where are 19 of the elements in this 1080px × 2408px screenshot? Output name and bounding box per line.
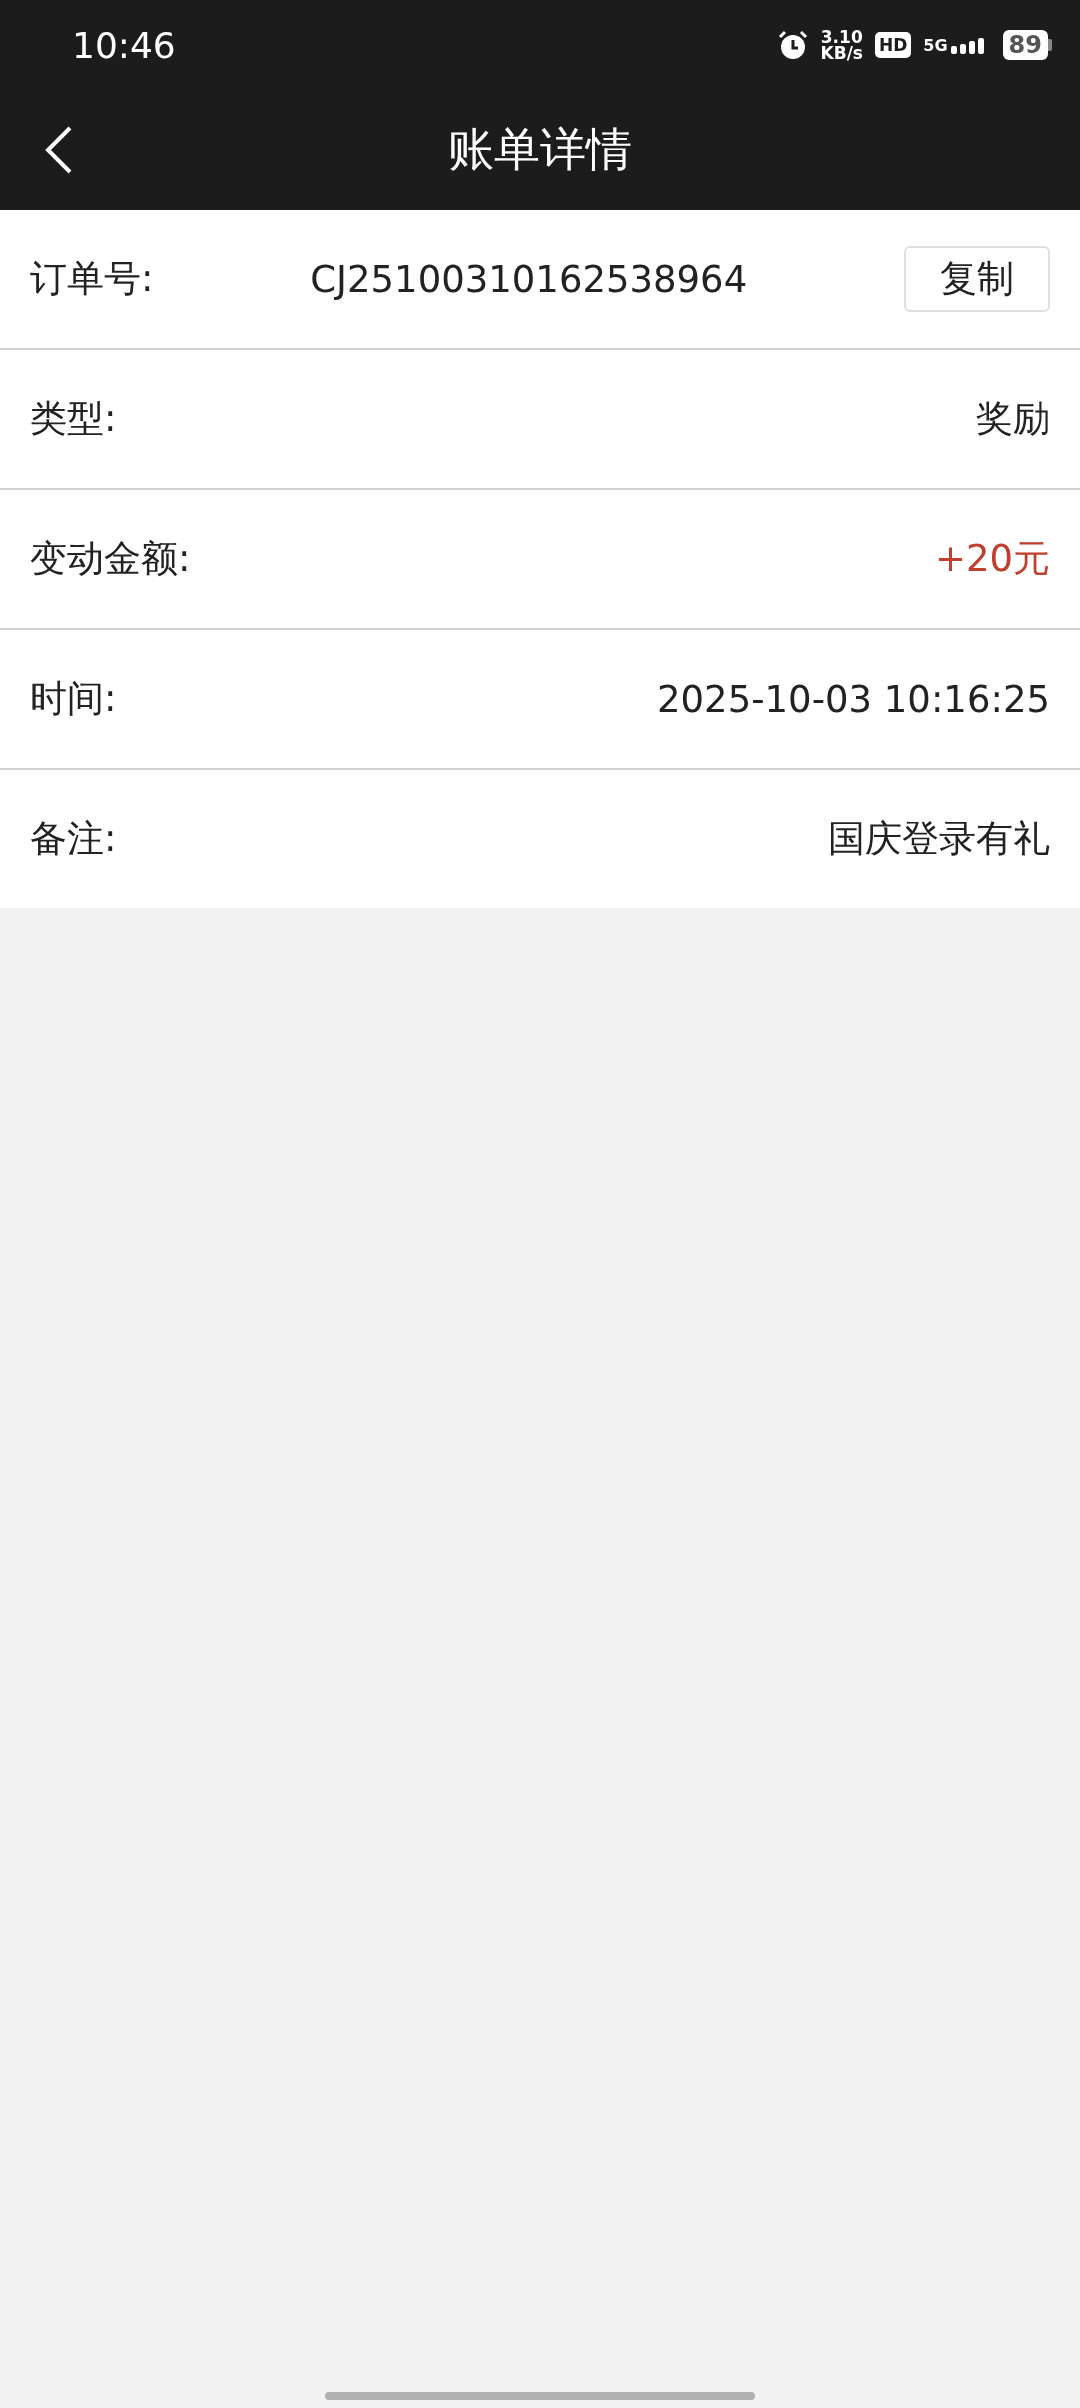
field-label: 订单号: xyxy=(30,256,154,302)
field-value: 奖励 xyxy=(975,396,1050,442)
field-label: 类型: xyxy=(30,396,117,442)
order-number: CJ25100310162538964 xyxy=(309,257,749,301)
field-label: 变动金额: xyxy=(30,536,191,582)
copy-button[interactable]: 复制 xyxy=(904,246,1050,312)
page-title: 账单详情 xyxy=(448,121,632,178)
field-label: 备注: xyxy=(30,816,117,862)
speed-unit: KB/s xyxy=(820,45,863,61)
hd-badge: HD xyxy=(875,32,912,58)
network-type: 5G xyxy=(923,38,948,54)
alarm-clock-icon xyxy=(776,29,809,61)
field-label: 时间: xyxy=(30,676,117,722)
clock-time: 10:46 xyxy=(72,24,177,66)
battery-indicator: 89 xyxy=(1002,30,1052,60)
field-value: 国庆登录有礼 xyxy=(827,816,1050,862)
network-speed: 3.10 xyxy=(820,29,863,45)
amount-value: +20元 xyxy=(933,536,1050,582)
field-value: 2025-10-03 10:16:25 xyxy=(656,677,1050,721)
